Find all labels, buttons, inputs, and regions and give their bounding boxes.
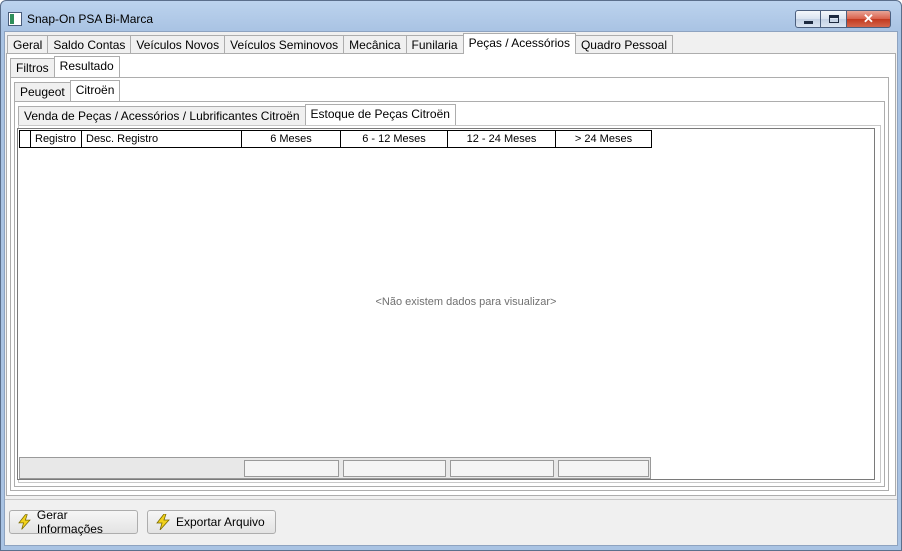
close-button[interactable]: ✕	[847, 10, 891, 28]
maximize-button[interactable]	[821, 10, 847, 28]
minimize-button[interactable]	[795, 10, 821, 28]
window-controls: ✕	[795, 10, 891, 28]
tab-geral[interactable]: Geral	[7, 35, 49, 54]
footer-cell-6-meses	[244, 460, 339, 477]
maximize-icon	[828, 15, 839, 23]
tab-venda-pecas[interactable]: Venda de Peças / Acessórios / Lubrifican…	[18, 106, 306, 125]
column-desc-registro[interactable]: Desc. Registro	[81, 130, 242, 148]
column-24-plus-meses[interactable]: > 24 Meses	[555, 130, 652, 148]
close-icon: ✕	[863, 11, 874, 26]
app-window: Snap-On PSA Bi-Marca ✕ Geral Saldo Conta…	[0, 0, 902, 551]
action-bar: Gerar Informações Exportar Arquivo	[5, 499, 897, 545]
lightning-bolt-icon	[18, 514, 31, 530]
tab-resultado[interactable]: Resultado	[53, 56, 120, 77]
tab-peugeot[interactable]: Peugeot	[14, 82, 71, 101]
tab-quadro-pessoal[interactable]: Quadro Pessoal	[574, 35, 674, 54]
grid-footer	[19, 457, 651, 479]
column-12-24-meses[interactable]: 12 - 24 Meses	[447, 130, 556, 148]
exportar-arquivo-button[interactable]: Exportar Arquivo	[147, 510, 276, 534]
client-area: Geral Saldo Contas Veículos Novos Veícul…	[4, 31, 898, 546]
empty-state-message: <Não existem dados para visualizar>	[375, 296, 557, 308]
column-6-12-meses[interactable]: 6 - 12 Meses	[340, 130, 448, 148]
tab-pecas-acessorios[interactable]: Peças / Acessórios	[462, 33, 576, 54]
column-6-meses[interactable]: 6 Meses	[241, 130, 341, 148]
tab-citroen[interactable]: Citroën	[69, 80, 121, 101]
data-grid[interactable]: Registro Desc. Registro 6 Meses 6 - 12 M…	[17, 128, 875, 480]
lightning-bolt-icon	[156, 514, 170, 530]
footer-cell-12-24-meses	[450, 460, 554, 477]
window-title: Snap-On PSA Bi-Marca	[27, 12, 154, 26]
tab-veiculos-novos[interactable]: Veículos Novos	[130, 35, 226, 54]
grid-header: Registro Desc. Registro 6 Meses 6 - 12 M…	[19, 130, 652, 148]
column-registro[interactable]: Registro	[30, 130, 82, 148]
footer-cell-6-12-meses	[343, 460, 446, 477]
main-tabstrip: Geral Saldo Contas Veículos Novos Veícul…	[7, 33, 674, 54]
tab-funilaria[interactable]: Funilaria	[405, 35, 464, 54]
gerar-informacoes-button[interactable]: Gerar Informações	[9, 508, 138, 536]
report-tabstrip: Venda de Peças / Acessórios / Lubrifican…	[18, 104, 456, 125]
tab-saldo-contas[interactable]: Saldo Contas	[47, 35, 132, 54]
exportar-arquivo-label: Exportar Arquivo	[176, 515, 265, 529]
tab-veiculos-seminovos[interactable]: Veículos Seminovos	[224, 35, 345, 54]
sub-tabstrip: Filtros Resultado	[10, 56, 120, 77]
minimize-icon	[803, 20, 813, 24]
gerar-informacoes-label: Gerar Informações	[36, 508, 103, 536]
title-bar[interactable]: Snap-On PSA Bi-Marca ✕	[1, 1, 901, 31]
tab-filtros[interactable]: Filtros	[10, 58, 55, 77]
footer-cell-24-plus-meses	[558, 460, 649, 477]
brand-tabstrip: Peugeot Citroën	[14, 80, 121, 101]
app-icon	[8, 12, 22, 26]
tab-mecanica[interactable]: Mecânica	[343, 35, 407, 54]
tab-estoque-pecas[interactable]: Estoque de Peças Citroën	[304, 104, 456, 125]
